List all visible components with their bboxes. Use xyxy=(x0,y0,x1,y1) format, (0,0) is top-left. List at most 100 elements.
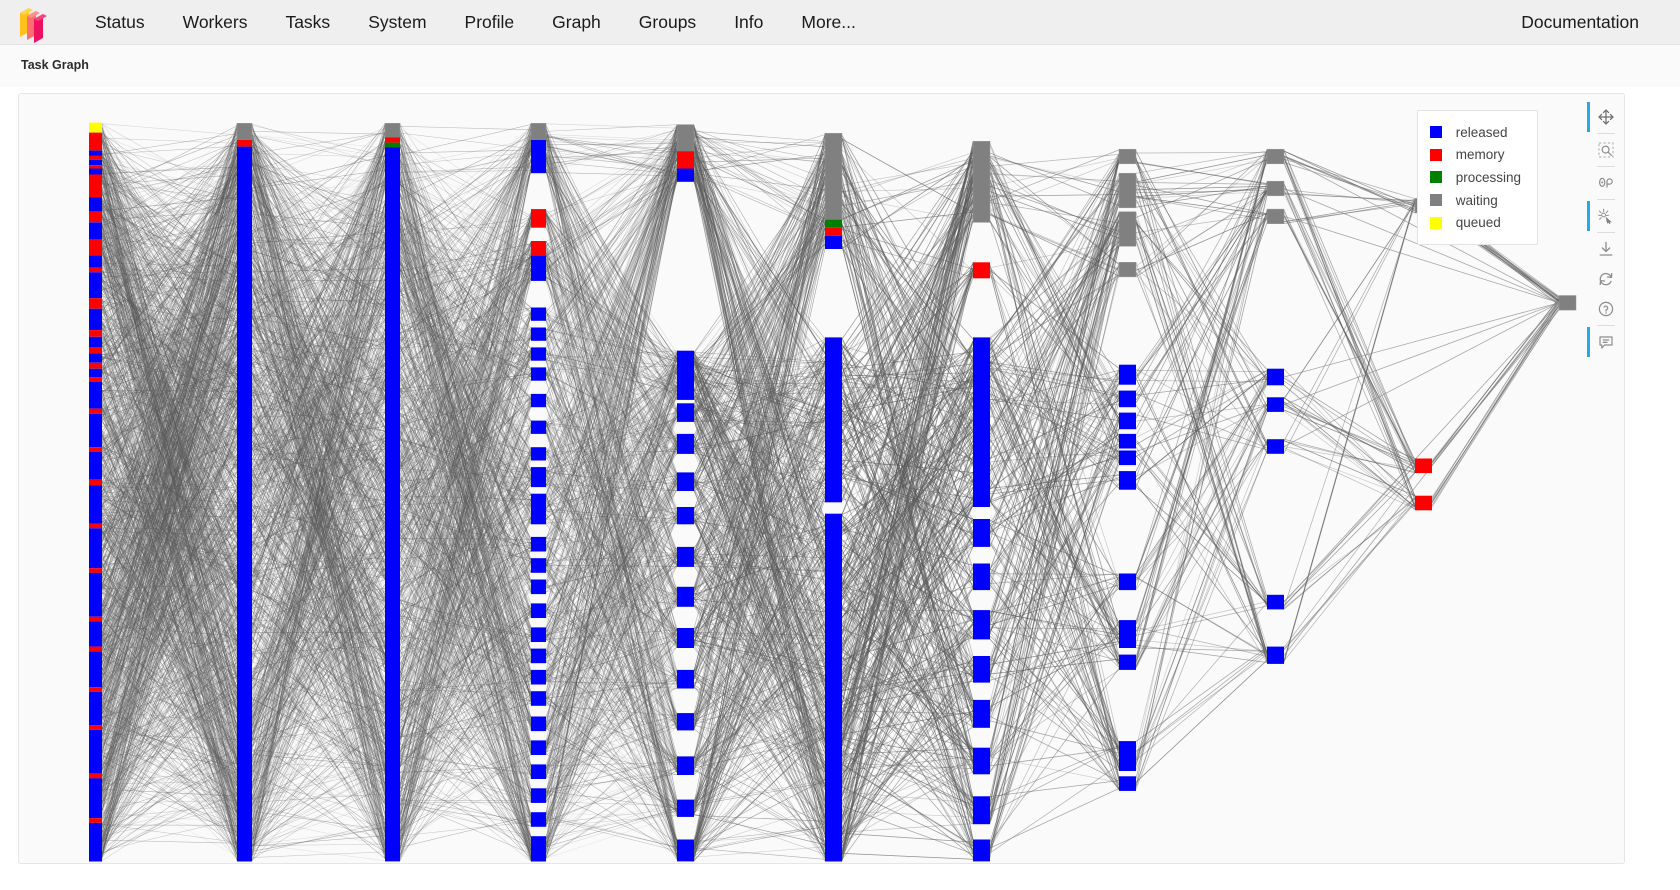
graph-node[interactable] xyxy=(1119,390,1136,408)
reset-tool-icon[interactable] xyxy=(1591,264,1621,294)
graph-node[interactable] xyxy=(825,337,842,503)
graph-node[interactable] xyxy=(1415,458,1432,474)
graph-node[interactable] xyxy=(677,586,694,607)
graph-node[interactable] xyxy=(89,778,102,819)
graph-node[interactable] xyxy=(973,796,990,825)
graph-node[interactable] xyxy=(531,307,546,321)
graph-node[interactable] xyxy=(89,272,102,299)
graph-node[interactable] xyxy=(89,451,102,480)
graph-node[interactable] xyxy=(531,648,546,664)
graph-node[interactable] xyxy=(531,420,546,434)
graph-node[interactable] xyxy=(1119,654,1136,670)
graph-node[interactable] xyxy=(677,433,694,454)
graph-node[interactable] xyxy=(531,691,546,706)
graph-node[interactable] xyxy=(530,123,547,141)
graph-node[interactable] xyxy=(1267,397,1284,412)
graph-node[interactable] xyxy=(1118,172,1137,209)
graph-node[interactable] xyxy=(89,523,102,529)
graph-node[interactable] xyxy=(973,699,990,728)
legend-item-processing[interactable]: processing xyxy=(1429,166,1521,189)
graph-node[interactable] xyxy=(89,353,102,363)
dask-logo[interactable] xyxy=(12,0,58,45)
graph-node[interactable] xyxy=(89,485,102,524)
graph-node[interactable] xyxy=(531,627,546,642)
graph-node[interactable] xyxy=(89,691,102,726)
graph-node[interactable] xyxy=(972,141,991,223)
graph-node[interactable] xyxy=(385,142,400,148)
graph-node[interactable] xyxy=(1119,471,1136,490)
legend-item-waiting[interactable]: waiting xyxy=(1429,189,1521,212)
graph-node[interactable] xyxy=(89,568,102,573)
tap-select-tool-icon[interactable] xyxy=(1591,168,1621,198)
graph-node[interactable] xyxy=(676,124,695,152)
graph-node[interactable] xyxy=(531,327,546,341)
graph-node[interactable] xyxy=(1118,262,1137,278)
graph-node[interactable] xyxy=(89,298,102,309)
graph-node[interactable] xyxy=(89,368,102,378)
graph-node[interactable] xyxy=(677,151,694,169)
graph-node[interactable] xyxy=(825,219,842,228)
nav-link-status[interactable]: Status xyxy=(76,0,164,45)
graph-node[interactable] xyxy=(1266,180,1285,197)
nav-link-workers[interactable]: Workers xyxy=(164,0,267,45)
nav-link-groups[interactable]: Groups xyxy=(620,0,715,45)
graph-node[interactable] xyxy=(1119,412,1136,430)
graph-node[interactable] xyxy=(973,337,990,507)
wheel-zoom-tool-icon[interactable] xyxy=(1587,201,1621,231)
graph-node[interactable] xyxy=(89,377,102,382)
graph-node[interactable] xyxy=(1267,368,1284,386)
graph-node[interactable] xyxy=(1119,573,1136,591)
graph-node[interactable] xyxy=(531,836,546,862)
graph-node[interactable] xyxy=(677,669,694,689)
graph-node[interactable] xyxy=(531,255,546,281)
graph-node[interactable] xyxy=(531,536,546,552)
graph-node[interactable] xyxy=(89,729,102,774)
graph-node[interactable] xyxy=(677,756,694,775)
graph-node[interactable] xyxy=(677,350,694,400)
graph-node[interactable] xyxy=(1266,208,1285,224)
graph-node[interactable] xyxy=(384,123,401,138)
graph-node[interactable] xyxy=(385,147,400,862)
graph-node[interactable] xyxy=(89,479,102,485)
graph-node[interactable] xyxy=(89,267,102,273)
graph-node[interactable] xyxy=(89,362,102,369)
hover-tool-icon[interactable] xyxy=(1587,327,1621,357)
graph-node[interactable] xyxy=(89,211,102,223)
nav-link-system[interactable]: System xyxy=(349,0,445,45)
graph-node[interactable] xyxy=(531,669,546,685)
graph-node[interactable] xyxy=(677,799,694,817)
graph-node[interactable] xyxy=(973,656,990,683)
save-tool-icon[interactable] xyxy=(1591,234,1621,264)
graph-node[interactable] xyxy=(89,239,102,256)
graph-node[interactable] xyxy=(89,197,102,212)
graph-node[interactable] xyxy=(89,413,102,448)
graph-node[interactable] xyxy=(89,818,102,823)
graph-node[interactable] xyxy=(89,159,102,166)
legend-item-memory[interactable]: memory xyxy=(1429,144,1521,167)
graph-node[interactable] xyxy=(89,408,102,414)
graph-node[interactable] xyxy=(1118,148,1137,165)
graph-node[interactable] xyxy=(89,222,102,240)
graph-node[interactable] xyxy=(89,447,102,452)
graph-node[interactable] xyxy=(824,133,843,221)
graph-node[interactable] xyxy=(89,621,102,647)
graph-node[interactable] xyxy=(1266,148,1285,165)
graph-node[interactable] xyxy=(1119,364,1136,385)
graph-node[interactable] xyxy=(89,528,102,569)
nav-link-profile[interactable]: Profile xyxy=(446,0,534,45)
graph-node[interactable] xyxy=(89,616,102,622)
graph-node[interactable] xyxy=(89,155,102,160)
graph-node[interactable] xyxy=(385,137,400,143)
graph-node[interactable] xyxy=(973,519,990,547)
graph-node[interactable] xyxy=(531,716,546,732)
graph-node[interactable] xyxy=(89,132,102,151)
graph-node[interactable] xyxy=(89,382,102,409)
graph-node[interactable] xyxy=(89,572,102,617)
graph-node[interactable] xyxy=(825,227,842,236)
help-tool-icon[interactable] xyxy=(1591,294,1621,324)
graph-node[interactable] xyxy=(973,262,990,279)
nav-link-documentation[interactable]: Documentation xyxy=(1502,0,1658,45)
graph-node[interactable] xyxy=(1118,211,1137,247)
graph-node[interactable] xyxy=(1267,439,1284,454)
graph-node[interactable] xyxy=(89,651,102,688)
